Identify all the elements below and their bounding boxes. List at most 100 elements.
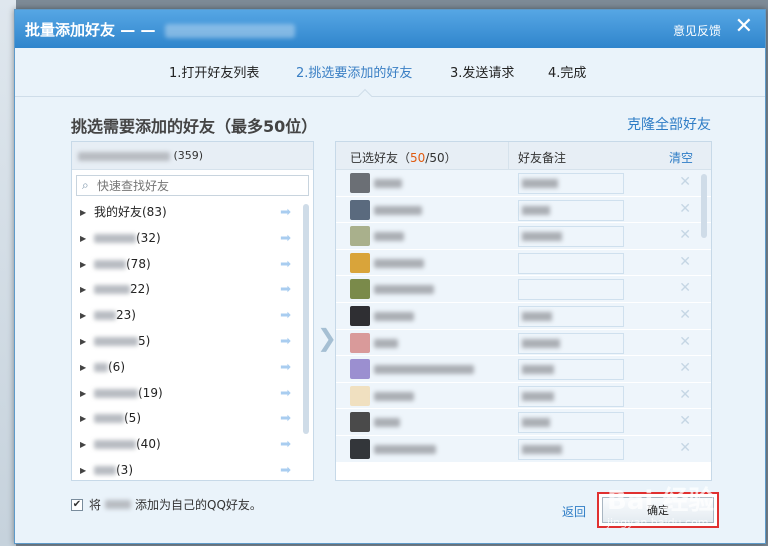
- add-as-friend-checkbox[interactable]: ✔: [71, 498, 83, 511]
- group-item[interactable]: ▶ 22) ➡: [72, 277, 297, 303]
- blurred-nickname: [374, 365, 474, 375]
- blurred-nickname: [374, 338, 398, 348]
- expand-triangle-icon[interactable]: ▶: [80, 200, 86, 225]
- remark-field[interactable]: [518, 385, 624, 407]
- close-icon[interactable]: ✕: [735, 15, 753, 39]
- add-arrow-icon[interactable]: ➡: [280, 252, 291, 277]
- expand-triangle-icon[interactable]: ▶: [80, 252, 86, 277]
- group-label: 23): [116, 308, 136, 323]
- group-item[interactable]: ▶ (78) ➡: [72, 252, 297, 278]
- remove-icon[interactable]: ✕: [679, 413, 691, 429]
- remark-field[interactable]: [518, 332, 624, 354]
- remark-field[interactable]: [518, 412, 624, 434]
- selected-max: /50）: [425, 151, 457, 165]
- group-item[interactable]: ▶ (6) ➡: [72, 355, 297, 381]
- expand-triangle-icon[interactable]: ▶: [80, 277, 86, 302]
- remark-field[interactable]: [518, 252, 624, 274]
- blurred-group-name: [94, 233, 136, 243]
- group-item[interactable]: ▶ (3) ➡: [72, 458, 297, 484]
- blurred-group-name: [94, 336, 138, 346]
- add-arrow-icon[interactable]: ➡: [280, 381, 291, 406]
- remark-field[interactable]: [518, 305, 624, 327]
- step-divider: [15, 96, 765, 97]
- scrollbar[interactable]: [701, 174, 707, 238]
- remove-icon[interactable]: ✕: [679, 440, 691, 456]
- avatar: [350, 305, 370, 326]
- selected-header: 已选好友（50/50） 好友备注 清空: [336, 142, 711, 170]
- clone-all-friends-link[interactable]: 克隆全部好友: [627, 114, 711, 134]
- group-label: 5): [138, 333, 151, 348]
- account-header: (359): [72, 142, 313, 170]
- expand-triangle-icon[interactable]: ▶: [80, 226, 86, 251]
- remove-icon[interactable]: ✕: [679, 254, 691, 270]
- blurred-remark: [522, 311, 552, 321]
- avatar: [350, 332, 370, 353]
- blurred-group-name: [94, 285, 130, 295]
- add-arrow-icon[interactable]: ➡: [280, 432, 291, 457]
- group-item[interactable]: ▶ (32) ➡: [72, 226, 297, 252]
- list-item: ✕: [336, 223, 711, 250]
- group-list: ▶ 我的好友(83) ➡ ▶ (32) ➡ ▶ (78) ➡ ▶ 22) ➡ ▶ 23) ➡ ▶ 5)…: [72, 200, 297, 484]
- list-item: ✕: [336, 302, 711, 330]
- expand-triangle-icon[interactable]: ▶: [80, 329, 86, 354]
- list-item: ✕: [336, 435, 711, 463]
- blurred-nickname: [374, 232, 404, 242]
- remove-icon[interactable]: ✕: [679, 334, 691, 350]
- remark-field[interactable]: [518, 359, 624, 381]
- remark-field[interactable]: [518, 199, 624, 221]
- add-arrow-icon[interactable]: ➡: [280, 226, 291, 251]
- selected-column-title: 已选好友（50/50）: [350, 149, 457, 166]
- remove-icon[interactable]: ✕: [679, 387, 691, 403]
- remark-field[interactable]: [518, 279, 624, 301]
- group-label: (40): [136, 437, 161, 452]
- title-bar: 批量添加好友 — — 意见反馈 ✕: [15, 10, 765, 48]
- remark-field[interactable]: [518, 173, 624, 194]
- expand-triangle-icon[interactable]: ▶: [80, 458, 86, 483]
- back-link[interactable]: 返回: [562, 503, 586, 520]
- blurred-remark: [522, 365, 554, 375]
- add-arrow-icon[interactable]: ➡: [280, 329, 291, 354]
- group-label: (6): [108, 359, 125, 374]
- add-arrow-icon[interactable]: ➡: [280, 303, 291, 328]
- expand-triangle-icon[interactable]: ▶: [80, 406, 86, 431]
- group-item[interactable]: ▶ 我的好友(83) ➡: [72, 200, 297, 226]
- group-item[interactable]: ▶ 23) ➡: [72, 303, 297, 329]
- search-input[interactable]: [97, 176, 287, 195]
- remark-field[interactable]: [518, 438, 624, 460]
- remove-icon[interactable]: ✕: [679, 227, 691, 243]
- group-item[interactable]: ▶ (19) ➡: [72, 381, 297, 407]
- blurred-remark: [522, 391, 554, 401]
- search-icon: ⌕: [82, 178, 89, 192]
- list-item: ✕: [336, 196, 711, 224]
- add-arrow-icon[interactable]: ➡: [280, 458, 291, 483]
- group-item[interactable]: ▶ 5) ➡: [72, 329, 297, 355]
- expand-triangle-icon[interactable]: ▶: [80, 303, 86, 328]
- avatar: [350, 438, 370, 459]
- add-arrow-icon[interactable]: ➡: [280, 355, 291, 380]
- scrollbar[interactable]: [303, 204, 309, 434]
- list-item: ✕: [336, 170, 711, 197]
- group-label: (3): [116, 462, 133, 477]
- blurred-nickname: [374, 444, 436, 454]
- blurred-remark: [522, 418, 550, 428]
- remove-icon[interactable]: ✕: [679, 360, 691, 376]
- group-item[interactable]: ▶ (40) ➡: [72, 432, 297, 458]
- clear-button[interactable]: 清空: [669, 149, 693, 166]
- remark-field[interactable]: [518, 226, 624, 248]
- remove-icon[interactable]: ✕: [679, 201, 691, 217]
- remove-icon[interactable]: ✕: [679, 174, 691, 190]
- add-arrow-icon[interactable]: ➡: [280, 277, 291, 302]
- remove-icon[interactable]: ✕: [679, 280, 691, 296]
- section-heading: 挑选需要添加的好友（最多50位）: [71, 117, 318, 136]
- search-box[interactable]: ⌕: [76, 175, 309, 196]
- expand-triangle-icon[interactable]: ▶: [80, 381, 86, 406]
- feedback-link[interactable]: 意见反馈: [673, 22, 721, 39]
- expand-triangle-icon[interactable]: ▶: [80, 432, 86, 457]
- expand-triangle-icon[interactable]: ▶: [80, 355, 86, 380]
- add-arrow-icon[interactable]: ➡: [280, 406, 291, 431]
- remove-icon[interactable]: ✕: [679, 307, 691, 323]
- add-as-friend-option[interactable]: ✔ 将 添加为自己的QQ好友。: [71, 496, 262, 513]
- avatar: [350, 173, 370, 193]
- group-item[interactable]: ▶ (5) ➡: [72, 406, 297, 432]
- add-arrow-icon[interactable]: ➡: [280, 200, 291, 225]
